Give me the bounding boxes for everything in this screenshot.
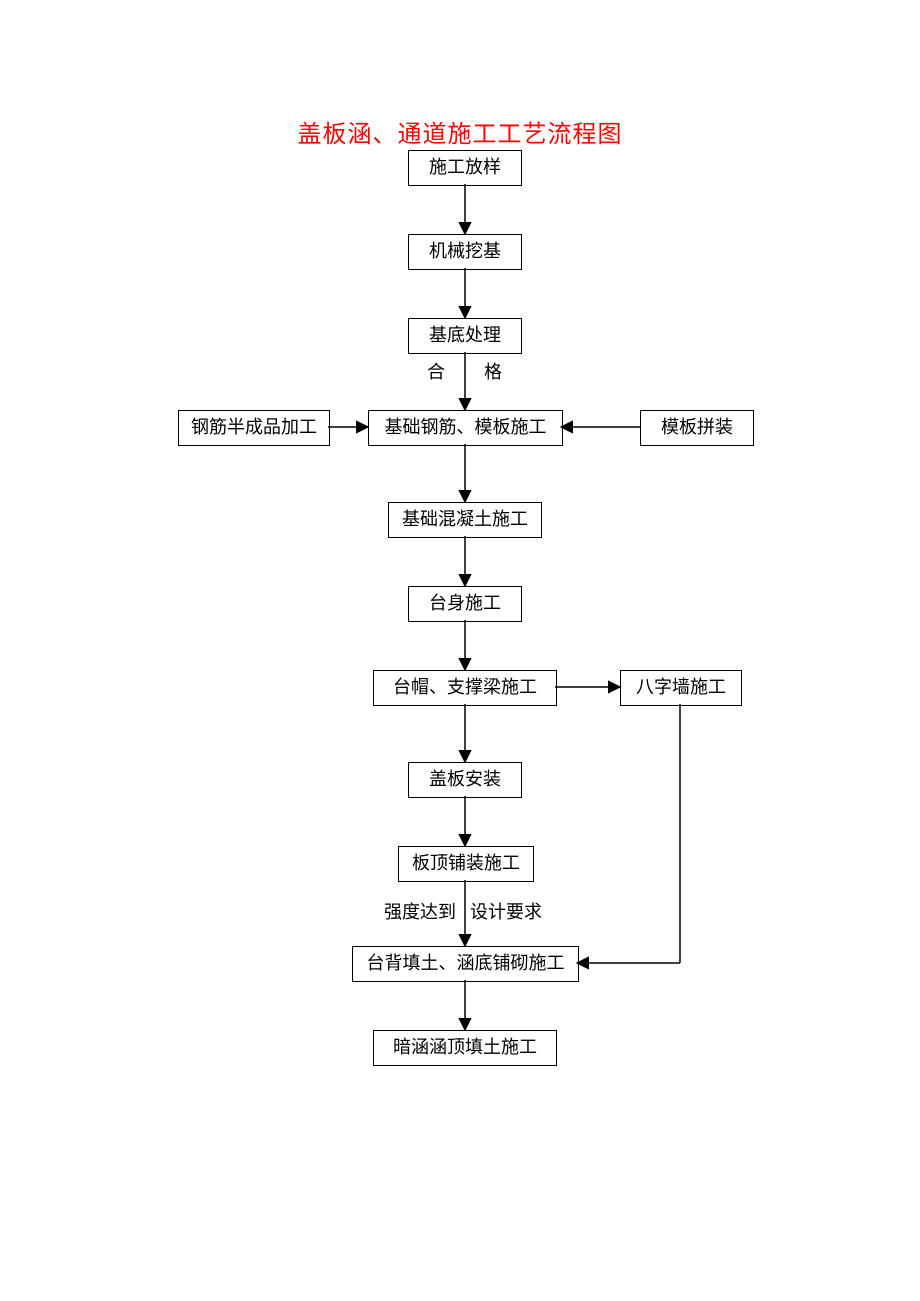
node-mechanical-excavation: 机械挖基 [408,234,522,270]
node-label: 盖板安装 [429,769,501,791]
label-qualified-left: 合 [427,358,447,384]
flowchart-page: 盖板涵、通道施工工艺流程图 施工放样 机械挖基 基底处理 合 格 钢筋半成品加工… [0,0,920,1301]
node-label: 台帽、支撑梁施工 [393,677,537,699]
node-label: 基础混凝土施工 [402,509,528,531]
node-label: 基底处理 [429,325,501,347]
node-formwork-assembly: 模板拼装 [640,410,754,446]
node-foundation-rebar-formwork: 基础钢筋、模板施工 [368,410,563,446]
node-cap-support-beam: 台帽、支撑梁施工 [373,670,557,706]
node-label: 板顶铺装施工 [412,853,520,875]
node-culvert-top-fill: 暗涵涵顶填土施工 [373,1030,557,1066]
node-wing-wall: 八字墙施工 [620,670,742,706]
label-strength-left: 强度达到 [384,898,456,924]
node-construction-stakeout: 施工放样 [408,150,522,186]
connectors [0,0,920,1301]
node-foundation-concrete: 基础混凝土施工 [388,502,542,538]
node-abutment-body: 台身施工 [408,586,522,622]
label-qualified-right: 格 [484,358,504,384]
node-label: 暗涵涵顶填土施工 [393,1037,537,1059]
node-label: 机械挖基 [429,241,501,263]
node-label: 施工放样 [429,157,501,179]
node-label: 八字墙施工 [636,677,726,699]
node-base-treatment: 基底处理 [408,318,522,354]
node-label: 台背填土、涵底铺砌施工 [367,953,565,975]
node-backfill-paving: 台背填土、涵底铺砌施工 [352,946,579,982]
node-rebar-semi-processing: 钢筋半成品加工 [178,410,330,446]
node-label: 钢筋半成品加工 [191,417,317,439]
node-cover-install: 盖板安装 [408,762,522,798]
node-label: 模板拼装 [661,417,733,439]
node-top-paving: 板顶铺装施工 [398,846,534,882]
node-label: 基础钢筋、模板施工 [385,417,547,439]
label-strength-right: 设计要求 [470,898,542,924]
diagram-title: 盖板涵、通道施工工艺流程图 [0,114,920,149]
node-label: 台身施工 [429,593,501,615]
